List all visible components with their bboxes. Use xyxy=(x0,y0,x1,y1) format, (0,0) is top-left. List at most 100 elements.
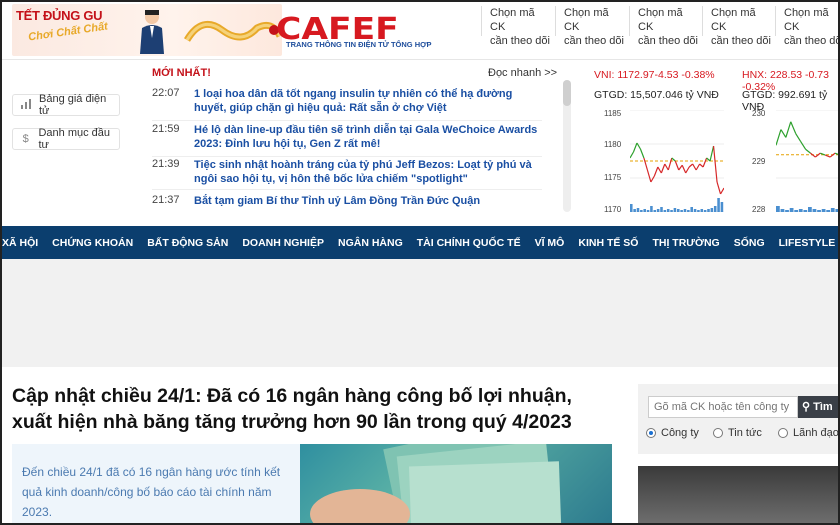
news-title[interactable]: 1 loại hoa dân dã tốt ngang insulin tự n… xyxy=(194,87,542,115)
vni-volume: GTGD: 15,507.046 tỷ VNĐ xyxy=(594,89,719,101)
price-line-segment xyxy=(785,121,792,138)
news-item[interactable]: 22:07 1 loại hoa dân dã tốt ngang insuli… xyxy=(152,87,542,121)
radio-dot[interactable] xyxy=(778,428,788,438)
main-navigation: XÃ HỘI CHỨNG KHOÁN BẤT ĐỘNG SẢN DOANH NGHIỆ… xyxy=(0,226,840,259)
news-time: 22:07 xyxy=(152,87,180,99)
radio-label: Công ty xyxy=(661,427,699,439)
portfolio-button[interactable]: $ Danh mục đầu tư xyxy=(12,127,120,151)
stock-picker-3[interactable]: Chọn mã CK cần theo dõi xyxy=(629,6,699,47)
article-headline[interactable]: Cập nhật chiều 24/1: Đã có 16 ngân hàng … xyxy=(12,383,612,435)
volume-bar xyxy=(803,210,808,212)
stock-picker-1[interactable]: Chọn mã CK cần theo dõi xyxy=(481,6,551,47)
volume-bar xyxy=(707,209,710,212)
nav-item[interactable]: XÃ HỘI xyxy=(0,237,45,249)
nav-item[interactable]: TÀI CHÍNH QUỐC TẾ xyxy=(410,237,528,249)
news-time: 21:37 xyxy=(152,194,180,206)
dragon-illustration xyxy=(183,20,282,42)
news-time: 21:39 xyxy=(152,158,180,170)
nav-item[interactable]: THỊ TRƯỜNG xyxy=(645,237,726,249)
price-line-segment xyxy=(681,164,687,174)
volume-bar xyxy=(650,206,653,212)
vni-tick: 1170 xyxy=(604,205,622,214)
volume-bar xyxy=(835,209,840,212)
volume-bar xyxy=(680,210,683,212)
picker-label: Chọn mã CK xyxy=(711,7,756,33)
ad-placeholder xyxy=(0,259,840,367)
nav-item[interactable]: CHỨNG KHOÁN xyxy=(45,237,140,249)
stock-picker-5[interactable]: Chọn mã CK cần theo dõi xyxy=(775,6,840,47)
volume-bar xyxy=(656,209,660,212)
stock-picker-4[interactable]: Chọn mã CK cần theo dõi xyxy=(702,6,772,47)
volume-bar xyxy=(798,209,803,212)
volume-bar xyxy=(776,206,780,212)
article-photo[interactable] xyxy=(300,444,612,525)
volume-bar xyxy=(830,208,835,212)
businessman-illustration xyxy=(140,10,164,54)
nav-item[interactable]: BẤT ĐỘNG SẢN xyxy=(140,237,235,249)
price-line-segment xyxy=(780,129,787,138)
price-line-segment xyxy=(800,141,807,150)
volume-bar xyxy=(643,209,646,212)
dollar-icon: $ xyxy=(22,133,29,145)
news-title[interactable]: Tiệc sinh nhật hoành tráng của tỷ phú Je… xyxy=(194,158,542,186)
volume-bar xyxy=(717,198,720,212)
picker-label: Chọn mã CK xyxy=(784,7,829,33)
logo-tagline: TRANG THÔNG TIN ĐIỆN TỬ TỔNG HỢP xyxy=(286,40,432,49)
volume-bar xyxy=(666,209,670,212)
volume-bar xyxy=(720,202,724,212)
news-time: 21:59 xyxy=(152,123,180,135)
volume-bar xyxy=(817,210,821,212)
volume-bar xyxy=(683,209,687,212)
nav-item[interactable]: LIFESTYLE xyxy=(772,237,840,249)
price-board-button[interactable]: Bảng giá điện tử xyxy=(12,93,120,117)
price-line-segment xyxy=(685,166,690,174)
news-title[interactable]: Bắt tạm giam Bí thư Tỉnh uỷ Lâm Đồng Trầ… xyxy=(194,194,542,208)
volume-bar xyxy=(660,207,663,212)
search-button[interactable]: ⚲ Tìm xyxy=(798,396,840,418)
volume-bar xyxy=(663,210,667,212)
nav-item[interactable]: SỐNG xyxy=(727,237,772,249)
picker-sublabel: cần theo dõi xyxy=(711,35,771,47)
price-line-segment xyxy=(667,157,673,171)
nav-item[interactable]: DOANH NGHIỆP xyxy=(235,237,331,249)
price-line-segment xyxy=(657,166,662,174)
radio-news[interactable]: Tin tức xyxy=(713,427,762,439)
radio-company[interactable]: Công ty xyxy=(646,427,699,439)
radio-label: Tin tức xyxy=(728,427,762,439)
vni-intraday-chart[interactable] xyxy=(630,110,724,212)
volume-bar xyxy=(710,208,714,212)
scrollbar-thumb[interactable] xyxy=(563,80,571,106)
banknotes-image xyxy=(310,444,562,525)
price-line-segment xyxy=(699,163,704,168)
hnx-tick: 230 xyxy=(752,109,766,118)
sidebar-photo[interactable] xyxy=(638,466,840,525)
volume-bar xyxy=(812,209,817,212)
hnx-tick: 229 xyxy=(752,157,766,166)
hnx-tick: 228 xyxy=(752,205,766,214)
news-scrollbar[interactable] xyxy=(563,80,571,212)
stock-picker-2[interactable]: Chọn mã CK cần theo dõi xyxy=(555,6,625,47)
news-item[interactable]: 21:39 Tiệc sinh nhật hoành tráng của tỷ … xyxy=(152,158,542,190)
price-line-segment xyxy=(825,154,831,158)
tet-banner[interactable]: TẾT ĐỦNG GU Chơi Chất Chất xyxy=(12,4,282,56)
nav-item[interactable]: VĨ MÔ xyxy=(528,237,572,249)
nav-item[interactable]: KINH TẾ SỐ xyxy=(571,237,645,249)
news-item[interactable]: 21:59 Hé lộ dàn line-up đầu tiên sẽ trìn… xyxy=(152,123,542,157)
hnx-intraday-chart[interactable] xyxy=(776,110,840,212)
volume-bar xyxy=(780,209,785,212)
company-search-input[interactable] xyxy=(648,396,798,418)
news-title[interactable]: Hé lộ dàn line-up đầu tiên sẽ trình diễn… xyxy=(194,123,542,151)
tool-label: Bảng giá điện tử xyxy=(39,93,107,117)
price-line-segment xyxy=(688,163,694,168)
news-item[interactable]: 21:37 Bắt tạm giam Bí thư Tỉnh uỷ Lâm Đồ… xyxy=(152,194,542,214)
radio-leader[interactable]: Lãnh đạo xyxy=(778,427,839,439)
picker-sublabel: cần theo dõi xyxy=(784,35,840,47)
radio-dot-selected[interactable] xyxy=(646,428,656,438)
picker-label: Chọn mã CK xyxy=(638,7,683,33)
volume-bar xyxy=(636,208,640,212)
nav-item[interactable]: NGÂN HÀNG xyxy=(331,237,410,249)
volume-bar xyxy=(670,210,673,212)
radio-dot[interactable] xyxy=(713,428,723,438)
vni-index-label[interactable]: VNI: 1172.97-4.53 -0.38% xyxy=(594,69,715,81)
quick-read-link[interactable]: Đọc nhanh >> xyxy=(488,67,557,79)
